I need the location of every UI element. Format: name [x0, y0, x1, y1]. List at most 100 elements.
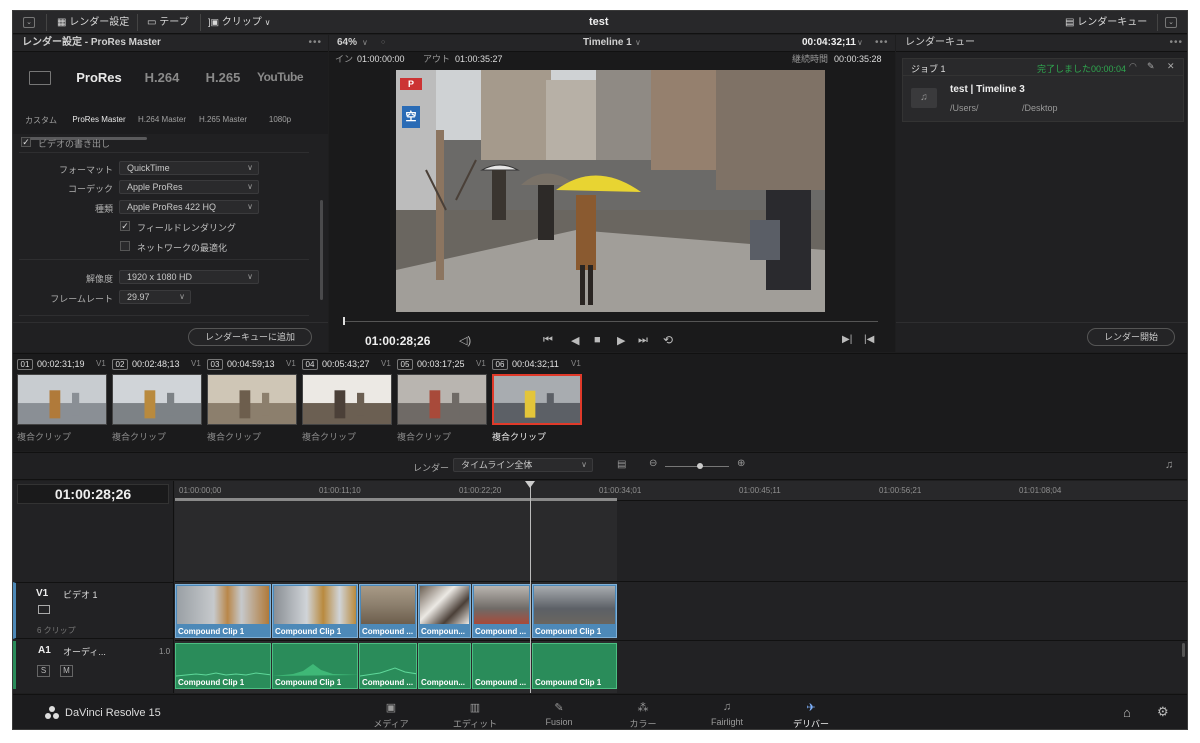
resolution-select[interactable]: 1920 x 1080 HD ∨ — [119, 270, 259, 284]
page-media[interactable]: ▣ メディア — [349, 695, 433, 729]
timeline-name[interactable]: Timeline 1 — [583, 35, 632, 51]
scrubber-playhead[interactable] — [343, 317, 345, 325]
preset-youtube[interactable]: YouTube 1080p — [249, 52, 311, 134]
scrubber-track[interactable] — [343, 321, 878, 322]
divider — [175, 640, 1187, 641]
more-options-icon[interactable]: ••• — [1169, 35, 1183, 51]
viewer-panel: 64% ∨ ○ Timeline 1 ∨ 00:04:32;11 ∨ ••• イ… — [329, 35, 895, 352]
transport-area: 01:00:28;26 ◁) ⏮ ◀ ■ ▶ ⏭ ⟲ ▶| |◀ — [329, 315, 895, 352]
page-color[interactable]: ⁂ カラー — [601, 695, 685, 729]
preset-h265[interactable]: H.265 H.265 Master — [192, 52, 254, 134]
clip-toggle[interactable]: ]▣ クリップ ∨ — [208, 11, 270, 34]
gear-icon[interactable]: ⚙ — [1157, 704, 1169, 720]
timeline-view-icon[interactable]: ▤ — [617, 459, 626, 470]
pencil-icon[interactable]: ✎ — [1147, 61, 1155, 72]
volume-icon[interactable]: ◁) — [459, 334, 471, 347]
settings-scrollbar[interactable] — [320, 200, 323, 300]
audio-clip[interactable]: Compound Clip 1 — [272, 643, 358, 689]
network-opt-checkbox[interactable] — [120, 241, 130, 251]
zoom-slider-handle[interactable] — [697, 463, 703, 469]
edit-icon: ▥ — [469, 702, 481, 714]
type-select[interactable]: Apple ProRes 422 HQ ∨ — [119, 200, 259, 214]
mute-button[interactable]: M — [60, 665, 73, 677]
page-fusion[interactable]: ✎ Fusion — [517, 695, 601, 729]
clip-thumbnail[interactable]: 02 00:02:48;13 V1 複合クリップ — [108, 354, 202, 444]
stop-icon[interactable]: ■ — [594, 334, 601, 346]
clip-thumbnail[interactable]: 04 00:05:43;27 V1 複合クリップ — [298, 354, 392, 444]
solo-button[interactable]: S — [37, 665, 50, 677]
chevron-down-icon[interactable]: ⌄ — [23, 17, 35, 28]
audio-clip[interactable]: Compoun... — [418, 643, 471, 689]
start-render-button[interactable]: レンダー開始 — [1087, 328, 1175, 346]
video-clip[interactable]: Compoun... — [418, 584, 471, 638]
tape-toggle[interactable]: ▭ テープ — [147, 11, 189, 34]
music-note-icon[interactable]: ♫ — [1165, 459, 1173, 471]
audio-clip[interactable]: Compound ... — [359, 643, 417, 689]
jump-start-icon[interactable]: ⏮ — [543, 334, 553, 347]
video-clip[interactable]: Compound Clip 1 — [272, 584, 358, 638]
preset-prores[interactable]: ProRes ProRes Master — [68, 52, 130, 134]
timeline-scrollbar[interactable] — [1182, 643, 1185, 657]
preset-custom[interactable]: カスタム — [13, 52, 72, 134]
timeline-playhead[interactable] — [530, 481, 531, 693]
out-timecode: 01:00:35:27 — [455, 54, 503, 64]
video-clip[interactable]: Compound ... — [472, 584, 531, 638]
codec-select[interactable]: Apple ProRes ∨ — [119, 180, 259, 194]
loop-icon[interactable]: ⟲ — [663, 333, 673, 347]
framerate-select[interactable]: 29.97 ∨ — [119, 290, 191, 304]
chevron-down-icon: ∨ — [264, 18, 271, 27]
zoom-level[interactable]: 64% — [337, 35, 357, 51]
page-edit[interactable]: ▥ エディット — [433, 695, 517, 729]
reverse-icon[interactable]: ◀ — [571, 334, 579, 347]
format-select[interactable]: QuickTime ∨ — [119, 161, 259, 175]
video-track-header[interactable]: V1 ビデオ 1 6 クリップ — [13, 582, 174, 639]
chevron-down-icon[interactable]: ⌄ — [1165, 17, 1177, 28]
deliver-icon: ✈ — [806, 702, 816, 714]
davinci-logo-icon — [45, 706, 59, 720]
chevron-down-icon[interactable]: ∨ — [362, 35, 368, 51]
chevron-down-icon[interactable]: ∨ — [857, 35, 863, 51]
playhead-marker-icon[interactable] — [525, 481, 535, 488]
more-options-icon[interactable]: ••• — [308, 35, 322, 51]
clip-thumbnail[interactable]: 01 00:02:31;19 V1 複合クリップ — [13, 354, 107, 444]
job-title: test | Timeline 3 — [950, 84, 1025, 95]
audio-track-header[interactable]: A1 オーディ... 1.0 S M — [13, 641, 174, 689]
clip-thumbnail[interactable]: 05 00:03:17;25 V1 複合クリップ — [393, 354, 487, 444]
audio-clip[interactable]: Compound ... — [472, 643, 531, 689]
close-icon[interactable]: ✕ — [1167, 61, 1175, 72]
page-fairlight[interactable]: ♫ Fairlight — [685, 695, 769, 729]
render-job-card[interactable]: ジョブ 1 完了しました00:00:04 ◠ ✎ ✕ ♫ test | Time… — [902, 58, 1184, 122]
preset-h264[interactable]: H.264 H.264 Master — [131, 52, 193, 134]
video-clip[interactable]: Compound ... — [359, 584, 417, 638]
audio-clip[interactable]: Compound Clip 1 — [532, 643, 617, 689]
clip-thumbnail-strip: 01 00:02:31;19 V1 複合クリップ 02 00:02:48;13 V1 複… — [13, 353, 1187, 451]
page-deliver[interactable]: ✈ デリバー — [769, 695, 853, 729]
next-edit-icon[interactable]: |◀ — [864, 334, 874, 345]
more-options-icon[interactable]: ••• — [875, 35, 889, 51]
zoom-out-icon[interactable]: ⊖ — [649, 458, 657, 469]
davinci-resolve-window: ⌄ ▦ レンダー設定 ▭ テープ ]▣ クリップ ∨ test ▤ レンダーキュ… — [12, 10, 1188, 730]
video-clip[interactable]: Compound Clip 1 — [175, 584, 271, 638]
clip-thumbnail[interactable]: 03 00:04:59;13 V1 複合クリップ — [203, 354, 297, 444]
render-range-indicator[interactable] — [175, 498, 617, 501]
zoom-in-icon[interactable]: ⊕ — [737, 458, 745, 469]
add-to-queue-button[interactable]: レンダーキューに追加 — [188, 328, 312, 346]
render-settings-toggle[interactable]: ▦ レンダー設定 — [57, 11, 129, 34]
prev-edit-icon[interactable]: ▶| — [842, 334, 852, 345]
clip-thumbnail-selected[interactable]: 06 00:04:32;11 V1 複合クリップ — [488, 354, 582, 444]
play-icon[interactable]: ▶ — [617, 334, 625, 347]
clip-thumbnail-image — [420, 586, 469, 624]
audio-clip[interactable]: Compound Clip 1 — [175, 643, 271, 689]
home-icon[interactable]: ⌂ — [1123, 705, 1131, 720]
render-queue-toggle[interactable]: ▤ レンダーキュー — [1065, 11, 1147, 34]
render-settings-panel: レンダー設定 - ProRes Master ••• カスタム ProRes P… — [13, 35, 328, 352]
panel-header: レンダー設定 - ProRes Master ••• — [13, 35, 328, 52]
clip-thumbnail-image — [112, 374, 202, 425]
chevron-down-icon[interactable]: ∨ — [635, 35, 641, 51]
jump-end-icon[interactable]: ⏭ — [638, 334, 648, 347]
render-range-select[interactable]: タイムライン全体 ∨ — [453, 458, 593, 472]
video-clip[interactable]: Compound Clip 1 — [532, 584, 617, 638]
field-render-checkbox[interactable]: ✓ — [120, 221, 130, 231]
export-video-checkbox[interactable]: ✓ — [21, 137, 31, 147]
monitor-icon[interactable] — [38, 605, 50, 614]
